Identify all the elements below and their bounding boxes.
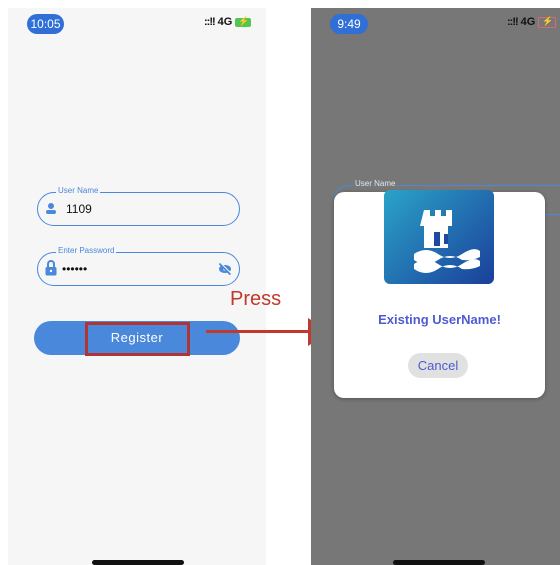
arrow-line bbox=[206, 330, 316, 333]
lock-icon bbox=[45, 260, 57, 276]
status-bar-icons: ::!! 4G ⚡ bbox=[204, 16, 252, 28]
dialog-message: Existing UserName! bbox=[378, 312, 501, 327]
castle-tower-icon bbox=[414, 210, 480, 273]
status-time: 9:49 bbox=[330, 14, 368, 34]
status-bar-icons: ::!! 4G ⚡ bbox=[507, 16, 557, 28]
username-input[interactable]: 1109 bbox=[66, 202, 92, 216]
press-annotation: Press bbox=[230, 288, 282, 310]
visibility-off-icon[interactable] bbox=[218, 263, 232, 275]
network-label: 4G bbox=[217, 16, 233, 28]
alert-dialog: Existing UserName! Cancel bbox=[334, 190, 545, 398]
login-screen: 10:05 ::!! 4G ⚡ User Name 1109 Enter Pas… bbox=[8, 8, 266, 565]
password-input[interactable]: •••••• bbox=[62, 262, 87, 276]
dialog-screen: 9:49 ::!! 4G ⚡ User Name Existing UserNa… bbox=[311, 8, 560, 565]
username-label: User Name bbox=[56, 186, 101, 195]
battery-icon: ⚡ bbox=[235, 16, 252, 27]
university-logo bbox=[384, 190, 494, 284]
cancel-label: Cancel bbox=[417, 358, 459, 373]
status-time: 10:05 bbox=[27, 14, 64, 34]
press-highlight-box bbox=[85, 322, 190, 356]
password-field[interactable]: Enter Password •••••• bbox=[37, 246, 240, 286]
cancel-button[interactable]: Cancel bbox=[408, 353, 468, 378]
signal-icon: ::!! bbox=[507, 16, 519, 28]
network-label: 4G bbox=[520, 16, 536, 28]
username-label: User Name bbox=[353, 179, 398, 188]
username-field[interactable]: User Name 1109 bbox=[37, 186, 240, 226]
home-indicator bbox=[393, 560, 485, 565]
person-icon bbox=[46, 203, 56, 214]
signal-icon: ::!! bbox=[204, 16, 216, 28]
password-label: Enter Password bbox=[56, 246, 117, 255]
battery-icon: ⚡ bbox=[538, 16, 557, 28]
home-indicator bbox=[92, 560, 184, 565]
